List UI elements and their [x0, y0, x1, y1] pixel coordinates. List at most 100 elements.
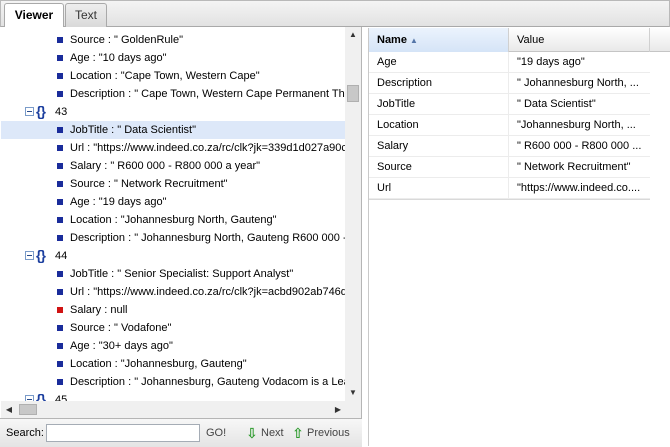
property-icon	[57, 343, 63, 349]
property-icon	[57, 199, 63, 205]
grid-cell-value: "19 days ago"	[517, 56, 585, 68]
property-grid: Name ▲ Value Age "19 days ago" Description "…	[368, 28, 670, 446]
grid-row[interactable]: Description " Johannesburg North, ...	[369, 73, 650, 94]
tab-text[interactable]: Text	[65, 3, 107, 27]
grid-cell-name: Age	[369, 52, 509, 73]
grid-row[interactable]: Url "https://www.indeed.co....	[369, 178, 650, 199]
grid-cell-name: Source	[369, 157, 509, 178]
horizontal-scrollbar[interactable]: ◀ ▶	[1, 401, 346, 418]
search-input[interactable]	[46, 424, 200, 442]
property-icon	[57, 163, 63, 169]
tree-property-label: Location : "Johannesburg North, Gauteng"	[70, 214, 277, 226]
grid-row[interactable]: Location "Johannesburg North, ...	[369, 115, 650, 136]
tree-property-node[interactable]: Description : " Johannesburg North, Gaut…	[1, 229, 346, 247]
scroll-up-icon[interactable]: ▲	[345, 27, 361, 43]
tree-property-node[interactable]: Location : "Johannesburg North, Gauteng"	[1, 211, 346, 229]
property-icon	[57, 217, 63, 223]
tree-object-node[interactable]: {} 44	[1, 247, 346, 265]
tree-property-label: Location : "Johannesburg, Gauteng"	[70, 358, 247, 370]
tree-property-node[interactable]: Salary : " R600 000 - R800 000 a year"	[1, 157, 346, 175]
grid-cell-name: Url	[369, 178, 509, 199]
tree-property-node[interactable]: Location : "Johannesburg, Gauteng"	[1, 355, 346, 373]
tree-object-node[interactable]: {} 45	[1, 391, 346, 401]
tree-property-node[interactable]: JobTitle : " Senior Specialist: Support …	[1, 265, 346, 283]
tree-property-node[interactable]: Description : " Johannesburg, Gauteng Vo…	[1, 373, 346, 391]
tree-property-node[interactable]: Source : " GoldenRule"	[1, 31, 346, 49]
next-button[interactable]: ⇩ Next	[246, 424, 284, 442]
grid-row[interactable]: Age "19 days ago"	[369, 52, 650, 73]
collapse-icon[interactable]	[25, 251, 34, 260]
collapse-icon[interactable]	[25, 107, 34, 116]
tree-property-label: Url : "https://www.indeed.co.za/rc/clk?j…	[70, 142, 346, 154]
tree-property-node[interactable]: Age : "30+ days ago"	[1, 337, 346, 355]
property-icon	[57, 289, 63, 295]
column-header-name-label: Name	[377, 34, 407, 46]
tree-property-node[interactable]: Age : "10 days ago"	[1, 49, 346, 67]
column-header-value[interactable]: Value	[509, 28, 650, 52]
tree-property-label: Age : "30+ days ago"	[70, 340, 173, 352]
tree-property-label: JobTitle : " Senior Specialist: Support …	[70, 268, 294, 280]
sort-ascending-icon: ▲	[409, 36, 418, 45]
grid-row[interactable]: JobTitle " Data Scientist"	[369, 94, 650, 115]
property-icon	[57, 37, 63, 43]
tree-property-node[interactable]: Source : " Vodafone"	[1, 319, 346, 337]
tree-property-node[interactable]: Salary : null	[1, 301, 346, 319]
grid-row[interactable]: Source " Network Recruitment"	[369, 157, 650, 178]
grid-row[interactable]: Salary " R600 000 - R800 000 ...	[369, 136, 650, 157]
grid-cell-value: "Johannesburg North, ...	[517, 119, 636, 131]
search-bar: Search: GO! ⇩ Next ⇧ Previous	[0, 418, 362, 447]
search-label: Search:	[6, 427, 44, 439]
grid-cell-name: Salary	[369, 136, 509, 157]
grid-header: Name ▲ Value	[369, 28, 670, 52]
tree-property-label: Url : "https://www.indeed.co.za/rc/clk?j…	[70, 286, 346, 298]
column-header-name[interactable]: Name ▲	[369, 28, 509, 52]
grid-cell-value: " Data Scientist"	[517, 98, 596, 110]
tree-property-node[interactable]: Url : "https://www.indeed.co.za/rc/clk?j…	[1, 139, 346, 157]
tree-property-label: Description : " Johannesburg, Gauteng Vo…	[70, 376, 346, 388]
tree-property-label: Description : " Cape Town, Western Cape …	[70, 88, 345, 100]
tree-property-label: Description : " Johannesburg North, Gaut…	[70, 232, 346, 244]
tree-property-node[interactable]: Source : " Network Recruitment"	[1, 175, 346, 193]
grid-cell-name: Location	[369, 115, 509, 136]
tab-viewer[interactable]: Viewer	[4, 3, 64, 28]
arrow-up-icon: ⇧	[292, 425, 304, 441]
tree-property-node[interactable]: JobTitle : " Data Scientist"	[1, 121, 346, 139]
tree-property-node[interactable]: Url : "https://www.indeed.co.za/rc/clk?j…	[1, 283, 346, 301]
grid-divider	[369, 199, 650, 200]
grid-cell-value: " Network Recruitment"	[517, 161, 631, 173]
property-icon	[57, 91, 63, 97]
scroll-right-icon[interactable]: ▶	[330, 401, 346, 418]
tree-object-label: 43	[55, 106, 68, 118]
vertical-scrollbar[interactable]: ▲ ▼	[345, 27, 361, 401]
object-braces-icon: {}	[36, 391, 46, 401]
scroll-left-icon[interactable]: ◀	[1, 401, 17, 418]
tree-panel: Source : " GoldenRule" Age : "10 days ago…	[1, 27, 362, 418]
grid-cell-value: " Johannesburg North, ...	[517, 77, 639, 89]
grid-cell-value: "https://www.indeed.co....	[517, 182, 641, 194]
grid-cell-value: " R600 000 - R800 000 ...	[517, 140, 642, 152]
previous-button[interactable]: ⇧ Previous	[292, 424, 350, 442]
column-header-value-label: Value	[517, 34, 545, 46]
scroll-thumb[interactable]	[347, 85, 359, 102]
property-icon	[57, 325, 63, 331]
tree-property-node[interactable]: Description : " Cape Town, Western Cape …	[1, 85, 346, 103]
scroll-thumb-horizontal[interactable]	[19, 404, 37, 415]
property-icon	[57, 361, 63, 367]
tree-property-node[interactable]: Age : "19 days ago"	[1, 193, 346, 211]
arrow-down-icon: ⇩	[246, 425, 258, 441]
scroll-down-icon[interactable]: ▼	[345, 385, 361, 401]
tree-property-label: Location : "Cape Town, Western Cape"	[70, 70, 260, 82]
tree-property-label: Source : " GoldenRule"	[70, 34, 183, 46]
property-icon	[57, 55, 63, 61]
tree-object-node[interactable]: {} 43	[1, 103, 346, 121]
tree-property-label: Source : " Network Recruitment"	[70, 178, 228, 190]
previous-label: Previous	[307, 427, 350, 439]
tree-property-node[interactable]: Location : "Cape Town, Western Cape"	[1, 67, 346, 85]
object-braces-icon: {}	[36, 247, 46, 263]
tree-property-label: Source : " Vodafone"	[70, 322, 172, 334]
go-button[interactable]: GO!	[206, 427, 226, 439]
tab-bar: Viewer Text	[0, 0, 670, 28]
next-label: Next	[261, 427, 284, 439]
property-icon	[57, 235, 63, 241]
grid-cell-name: Description	[369, 73, 509, 94]
